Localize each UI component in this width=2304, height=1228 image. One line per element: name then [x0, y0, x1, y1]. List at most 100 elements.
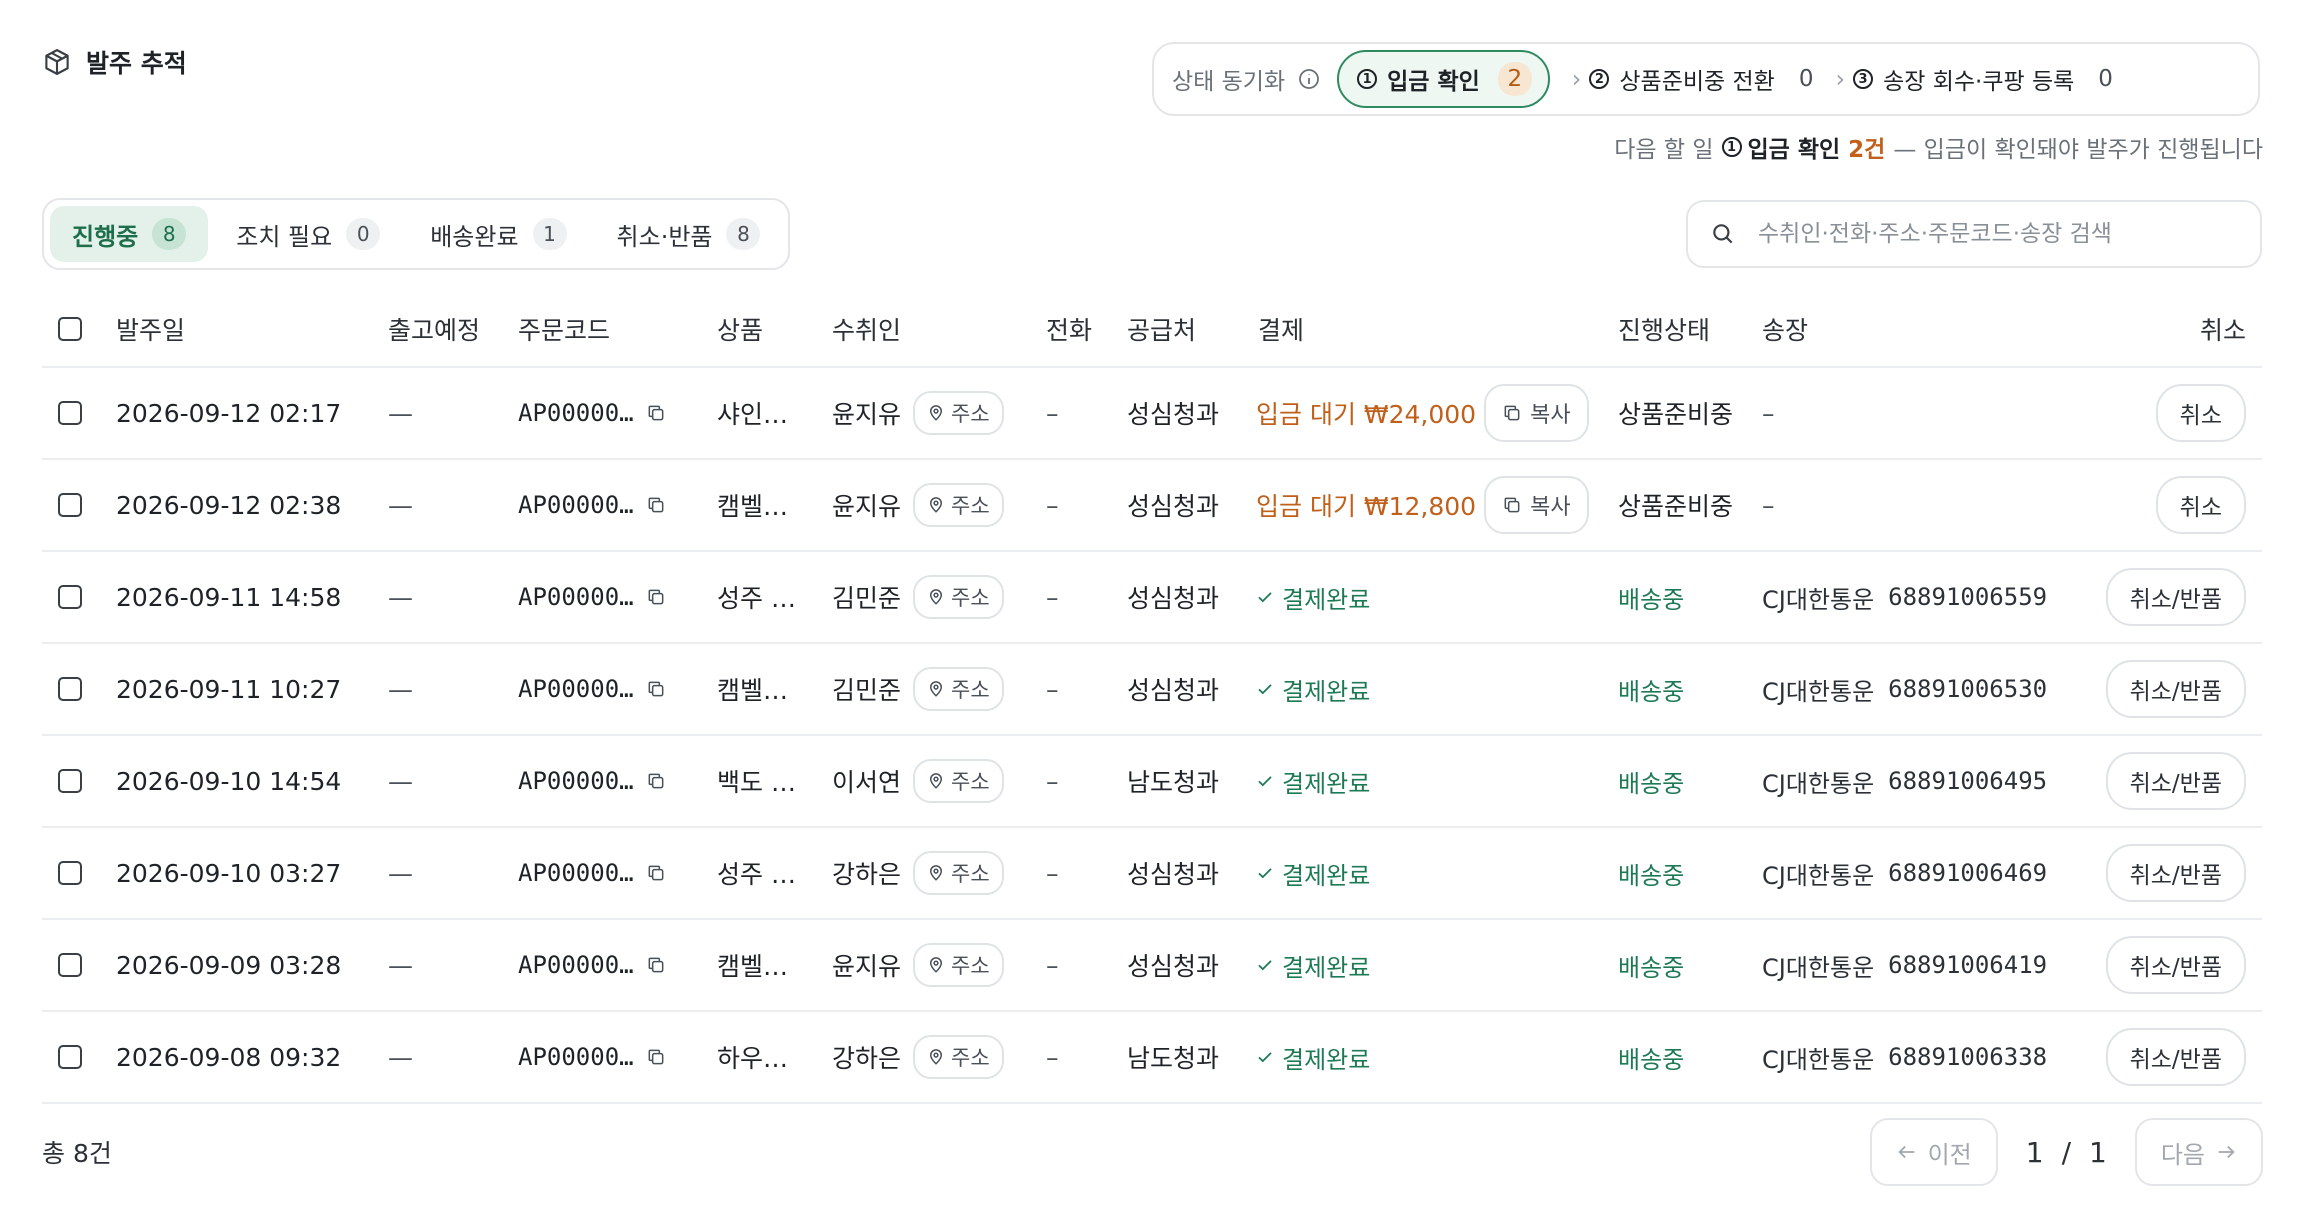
- cancel-button[interactable]: 취소/반품: [2105, 752, 2246, 810]
- cancel-button[interactable]: 취소/반품: [2105, 936, 2246, 994]
- progress-status: 배송중: [1618, 677, 1685, 706]
- order-date: 2026-09-09 03:28: [116, 950, 342, 980]
- row-checkbox[interactable]: [58, 861, 82, 885]
- col-product[interactable]: 상품: [717, 292, 763, 366]
- invoice-number[interactable]: 68891006469: [1888, 859, 2047, 887]
- copy-icon[interactable]: [646, 955, 666, 975]
- info-icon[interactable]: [1297, 67, 1321, 91]
- col-invoice[interactable]: 송장: [1762, 292, 1808, 366]
- address-label: 주소: [951, 494, 990, 518]
- tab-action-needed[interactable]: 조치 필요 0: [214, 206, 402, 262]
- address-button[interactable]: 주소: [913, 759, 1004, 803]
- tab-delivered[interactable]: 배송완료 1: [408, 206, 588, 262]
- table-row[interactable]: 2026-09-12 02:38 — AP00000… 캠벨… 윤지유 주소 – 성심청과 입금…: [42, 460, 2262, 552]
- address-button[interactable]: 주소: [913, 575, 1004, 619]
- product-name[interactable]: 하우…: [717, 1012, 788, 1102]
- row-checkbox[interactable]: [58, 677, 82, 701]
- address-button[interactable]: 주소: [913, 391, 1004, 435]
- arrow-right-icon: [2215, 1141, 2237, 1163]
- order-date: 2026-09-12 02:38: [116, 490, 342, 520]
- sync-step-3[interactable]: 3 송장 회수·쿠팡 등록 0: [1853, 62, 2113, 96]
- pagination: 이전 1 / 1 다음: [1869, 1118, 2263, 1186]
- row-checkbox[interactable]: [58, 493, 82, 517]
- phone: –: [1046, 858, 1059, 888]
- copy-icon[interactable]: [646, 495, 666, 515]
- table-row[interactable]: 2026-09-08 09:32 — AP00000… 하우… 강하은 주소 – 남도청과 결제…: [42, 1012, 2262, 1104]
- sync-step-2[interactable]: 2 상품준비중 전환 0: [1589, 62, 1813, 96]
- row-checkbox[interactable]: [58, 953, 82, 977]
- check-icon: [1256, 1048, 1274, 1066]
- next-page-button[interactable]: 다음: [2134, 1118, 2263, 1186]
- col-date[interactable]: 발주일: [116, 292, 185, 366]
- table-row[interactable]: 2026-09-11 14:58 — AP00000… 성주 … 김민준 주소 – 성심청과 결…: [42, 552, 2262, 644]
- table-row[interactable]: 2026-09-09 03:28 — AP00000… 캠벨… 윤지유 주소 – 성심청과 결제…: [42, 920, 2262, 1012]
- hint-step-label: 입금 확인: [1747, 137, 1841, 163]
- col-payment[interactable]: 결제: [1258, 292, 1304, 366]
- cancel-button[interactable]: 취소/반품: [2105, 1028, 2246, 1086]
- copy-account-button[interactable]: 복사: [1484, 384, 1589, 442]
- address-button[interactable]: 주소: [913, 943, 1004, 987]
- payment-paid: 결제완료: [1256, 764, 1370, 799]
- product-name[interactable]: 캠벨…: [717, 644, 788, 734]
- product-name[interactable]: 캠벨…: [717, 920, 788, 1010]
- col-status[interactable]: 진행상태: [1618, 292, 1710, 366]
- progress-status: 상품준비중: [1618, 400, 1734, 429]
- order-code-cell: AP00000…: [518, 1012, 666, 1102]
- select-all-checkbox[interactable]: [58, 317, 82, 341]
- row-checkbox[interactable]: [58, 1045, 82, 1069]
- tab-in-progress[interactable]: 진행중 8: [50, 206, 209, 262]
- col-supplier[interactable]: 공급처: [1127, 292, 1196, 366]
- invoice-number[interactable]: 68891006530: [1888, 675, 2047, 703]
- table-row[interactable]: 2026-09-10 03:27 — AP00000… 성주 … 강하은 주소 – 성심청과 결…: [42, 828, 2262, 920]
- col-phone[interactable]: 전화: [1046, 292, 1092, 366]
- cancel-button[interactable]: 취소/반품: [2105, 568, 2246, 626]
- cancel-button[interactable]: 취소/반품: [2105, 844, 2246, 902]
- invoice-number[interactable]: 68891006495: [1888, 767, 2047, 795]
- copy-label: 복사: [1530, 403, 1571, 428]
- map-pin-icon: [927, 772, 945, 790]
- product-name[interactable]: 백도 …: [717, 736, 796, 826]
- address-button[interactable]: 주소: [913, 1035, 1004, 1079]
- product-name[interactable]: 캠벨…: [717, 460, 788, 550]
- col-ship[interactable]: 출고예정: [388, 292, 480, 366]
- product-name[interactable]: 샤인…: [717, 368, 788, 458]
- invoice-number[interactable]: 68891006419: [1888, 951, 2047, 979]
- cancel-button[interactable]: 취소/반품: [2105, 660, 2246, 718]
- product-name[interactable]: 성주 …: [717, 828, 796, 918]
- col-recipient[interactable]: 수취인: [832, 292, 901, 366]
- address-button[interactable]: 주소: [913, 483, 1004, 527]
- copy-icon[interactable]: [646, 771, 666, 791]
- address-button[interactable]: 주소: [913, 667, 1004, 711]
- row-checkbox[interactable]: [58, 585, 82, 609]
- table-row[interactable]: 2026-09-12 02:17 — AP00000… 샤인… 윤지유 주소 – 성심청과 입금…: [42, 368, 2262, 460]
- progress-status: 배송중: [1618, 769, 1685, 798]
- prev-page-button[interactable]: 이전: [1869, 1118, 1998, 1186]
- cancel-button[interactable]: 취소: [2155, 476, 2246, 534]
- col-code[interactable]: 주문코드: [518, 292, 610, 366]
- carrier-name: CJ대한통운: [1762, 1045, 1875, 1074]
- table-row[interactable]: 2026-09-11 10:27 — AP00000… 캠벨… 김민준 주소 – 성심청과 결제…: [42, 644, 2262, 736]
- copy-icon[interactable]: [646, 679, 666, 699]
- row-checkbox[interactable]: [58, 401, 82, 425]
- step-number-1: 1: [1357, 69, 1378, 89]
- product-name[interactable]: 성주 …: [717, 552, 796, 642]
- cancel-button[interactable]: 취소: [2155, 384, 2246, 442]
- recipient-cell: 김민준 주소: [832, 552, 1004, 642]
- address-button[interactable]: 주소: [913, 851, 1004, 895]
- row-checkbox[interactable]: [58, 769, 82, 793]
- copy-icon[interactable]: [646, 863, 666, 883]
- table-body: 2026-09-12 02:17— AP00000… 샤인… 윤지유 주소 – 성심청과 입금…: [42, 368, 2262, 1104]
- table-row[interactable]: 2026-09-10 14:54 — AP00000… 백도 … 이서연 주소 – 남도청과 결…: [42, 736, 2262, 828]
- copy-icon[interactable]: [646, 1047, 666, 1067]
- invoice-number[interactable]: 68891006559: [1888, 583, 2047, 611]
- copy-account-button[interactable]: 복사: [1484, 476, 1589, 534]
- copy-icon[interactable]: [646, 403, 666, 423]
- search-input[interactable]: [1756, 220, 2238, 248]
- col-cancel[interactable]: 취소: [2200, 292, 2246, 366]
- sync-step-1[interactable]: 1 입금 확인 2: [1337, 50, 1550, 108]
- payment-cell: 결제완료: [1256, 828, 1370, 918]
- invoice-number[interactable]: 68891006338: [1888, 1043, 2047, 1071]
- tab-cancel-return[interactable]: 취소·반품 8: [595, 206, 783, 262]
- copy-icon[interactable]: [646, 587, 666, 607]
- search-icon: [1710, 221, 1736, 247]
